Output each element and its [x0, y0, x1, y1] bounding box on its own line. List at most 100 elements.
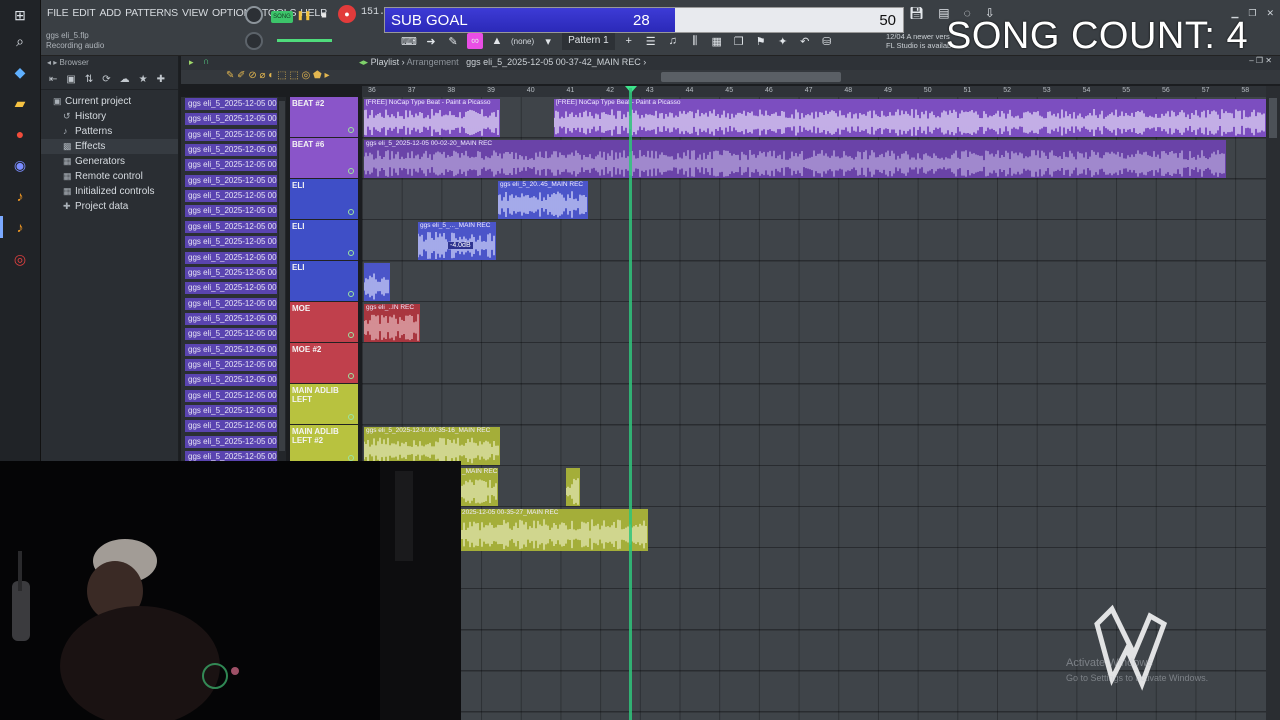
song-mode-toggle[interactable]: SONG	[271, 11, 293, 23]
clip-source-item[interactable]: ggs eli_5_2025-12-05 00	[185, 266, 277, 279]
track-enable-icon[interactable]	[348, 373, 354, 379]
pencil-icon[interactable]: ✎	[445, 33, 461, 49]
menu-patterns[interactable]: PATTERNS	[125, 6, 178, 20]
star-add-icon[interactable]: ✚	[157, 74, 165, 85]
view-icon[interactable]: ▣	[66, 74, 75, 85]
clip-source-item[interactable]: ggs eli_5_2025-12-05 00	[185, 174, 277, 187]
track-header[interactable]: MOE	[290, 302, 358, 343]
draw-tool-icon[interactable]: ✎ ✐ ⊘ ⌀ ◐ ⬚ ⬚ ◎ ⬟ ▸	[226, 70, 330, 81]
track-header[interactable]: BEAT #6	[290, 138, 358, 179]
menu-add[interactable]: ADD	[100, 6, 122, 20]
tree-remote-control[interactable]: ▦ Remote control	[41, 169, 178, 184]
clip-source-item[interactable]: ggs eli_5_2025-12-05 00	[185, 251, 277, 264]
clip-source-item[interactable]: ggs eli_5_2025-12-05 00	[185, 312, 277, 325]
clip-source-item[interactable]: ggs eli_5_2025-12-05 00	[185, 358, 277, 371]
audio-clip[interactable]: ggs eli_5_2025-12-0..00-35-16_MAIN REC	[364, 427, 500, 465]
restore-icon[interactable]: ❐	[1248, 8, 1256, 19]
timeline-ruler[interactable]: 36 37 38 39 40 41 42 43 44 45 46 47 48 49 50 51 52 53 54 55…	[362, 86, 1266, 97]
snap-select[interactable]: (none)	[511, 37, 534, 46]
clip-source-item[interactable]: ggs eli_5_2025-12-05 00	[185, 282, 277, 295]
browser-icon[interactable]: ❐	[731, 33, 747, 49]
mixer-icon[interactable]: ⫼	[687, 33, 703, 49]
sort-icon[interactable]: ⇅	[85, 74, 93, 85]
audio-clip[interactable]: ggs eli_5_20..45_MAIN REC	[498, 181, 588, 219]
windows-start-icon[interactable]: ⊞	[10, 5, 30, 25]
clip-source-item[interactable]: ggs eli_5_2025-12-05 00	[185, 220, 277, 233]
track-enable-icon[interactable]	[348, 168, 354, 174]
track-header[interactable]: ELI	[290, 179, 358, 220]
menu-view[interactable]: VIEW	[182, 6, 208, 20]
clip-source-item[interactable]: ggs eli_5_2025-12-05 00	[185, 297, 277, 310]
track-header[interactable]: MAIN ADLIB LEFT	[290, 384, 358, 425]
obs-icon[interactable]: ◎	[10, 249, 30, 269]
master-pitch-knob[interactable]	[245, 32, 263, 50]
track-enable-icon[interactable]	[348, 332, 354, 338]
clip-source-item[interactable]: ggs eli_5_2025-12-05 00	[185, 405, 277, 417]
clip-source-item[interactable]: ggs eli_5_2025-12-05 00	[185, 98, 277, 110]
track-header[interactable]: MAIN ADLIB LEFT #2	[290, 425, 358, 466]
track-header[interactable]: ELI	[290, 261, 358, 302]
tree-initialized-controls[interactable]: ▦ Initialized controls	[41, 184, 178, 199]
star-icon[interactable]: ★	[139, 74, 148, 85]
arrow-right-icon[interactable]: ➜	[423, 33, 439, 49]
tree-patterns[interactable]: ♪ Patterns	[41, 124, 178, 139]
clip-source-item[interactable]: ggs eli_5_2025-12-05 00	[185, 343, 277, 356]
playlist-vertical-scrollbar[interactable]	[1266, 86, 1280, 720]
metronome-icon[interactable]: ▲	[489, 33, 505, 49]
audio-clip[interactable]: [FREE] NoCap Type Beat - Paint a Picasso	[554, 99, 1266, 137]
track-enable-icon[interactable]	[348, 291, 354, 297]
link-icon[interactable]: ∞	[467, 33, 483, 49]
playlist-window-controls[interactable]: – ❐ ✕	[1249, 56, 1272, 65]
clip-source-item[interactable]: ggs eli_5_2025-12-05 00	[185, 435, 277, 448]
fl-studio-icon[interactable]: ♪	[10, 186, 30, 206]
clip-source-item[interactable]: ggs eli_5_2025-12-05 00	[185, 420, 277, 433]
magnet-icon[interactable]: ∩	[203, 56, 209, 66]
typing-keyboard-icon[interactable]: ⌨	[401, 33, 417, 49]
clip-source-item[interactable]: ggs eli_5_2025-12-05 00	[185, 374, 277, 387]
track-header[interactable]: BEAT #2	[290, 97, 358, 138]
menu-file[interactable]: FILE	[47, 6, 69, 20]
track-enable-icon[interactable]	[348, 209, 354, 215]
clip-source-item[interactable]: ggs eli_5_2025-12-05 00	[185, 328, 277, 341]
audio-clip[interactable]: ggs eli_..IN REC	[364, 304, 420, 342]
track-header[interactable]: MOE #2	[290, 343, 358, 384]
playlist-icon[interactable]: ☰	[643, 33, 659, 49]
horizontal-scrollbar[interactable]	[661, 72, 841, 82]
track-enable-icon[interactable]	[348, 414, 354, 420]
channel-rack-icon[interactable]: ▦	[709, 33, 725, 49]
add-pattern-icon[interactable]: +	[621, 33, 637, 49]
audio-clip[interactable]: _MAIN REC	[460, 468, 498, 506]
record-button[interactable]: ●	[338, 5, 356, 23]
audio-clip[interactable]: [FREE] NoCap Type Beat - Paint a Picasso	[364, 99, 500, 137]
collapse-icon[interactable]: ⇤	[49, 74, 57, 85]
chrome-icon[interactable]: ●	[10, 124, 30, 144]
track-enable-icon[interactable]	[348, 250, 354, 256]
track-header[interactable]: ELI	[290, 220, 358, 261]
stop-button[interactable]: ■	[316, 7, 332, 23]
plugin-icon[interactable]: ⚑	[753, 33, 769, 49]
copilot-icon[interactable]: ◆	[10, 62, 30, 82]
save-icon[interactable]: 💾︎	[909, 6, 924, 20]
clip-source-item[interactable]: ggs eli_5_2025-12-05 00	[185, 113, 277, 126]
pattern-selector[interactable]: Pattern 1	[562, 32, 615, 50]
track-enable-icon[interactable]	[348, 127, 354, 133]
tree-current-project[interactable]: ▣ Current project	[41, 94, 178, 109]
shop-icon[interactable]: ⛁	[819, 33, 835, 49]
file-explorer-icon[interactable]: ▰	[10, 93, 30, 113]
tuner-icon[interactable]: ✦	[775, 33, 791, 49]
clip-source-item[interactable]: ggs eli_5_2025-12-05 00	[185, 389, 277, 402]
tree-effects[interactable]: ▩ Effects	[41, 139, 178, 154]
master-volume-knob[interactable]	[245, 6, 263, 24]
playlist-section[interactable]: Arrangement	[407, 57, 459, 67]
audio-clip[interactable]	[566, 468, 580, 506]
clip-list-scrollbar[interactable]	[278, 97, 286, 461]
audio-clip[interactable]: 2025-12-05 00-35-27_MAIN REC	[460, 509, 648, 551]
audio-clip[interactable]	[364, 263, 390, 301]
piano-roll-icon[interactable]: ♫	[665, 33, 681, 49]
news-panel[interactable]: 12/04 A newer vers FL Studio is availab	[886, 32, 951, 50]
fl-studio-active-icon[interactable]: ♪	[10, 217, 30, 237]
clip-source-item[interactable]: ggs eli_5_2025-12-05 00	[185, 144, 277, 157]
clip-source-item[interactable]: ggs eli_5_2025-12-05 00	[185, 236, 277, 249]
play-icon[interactable]: ▸	[189, 57, 194, 68]
clip-source-item[interactable]: ggs eli_5_2025-12-05 00	[185, 128, 277, 141]
